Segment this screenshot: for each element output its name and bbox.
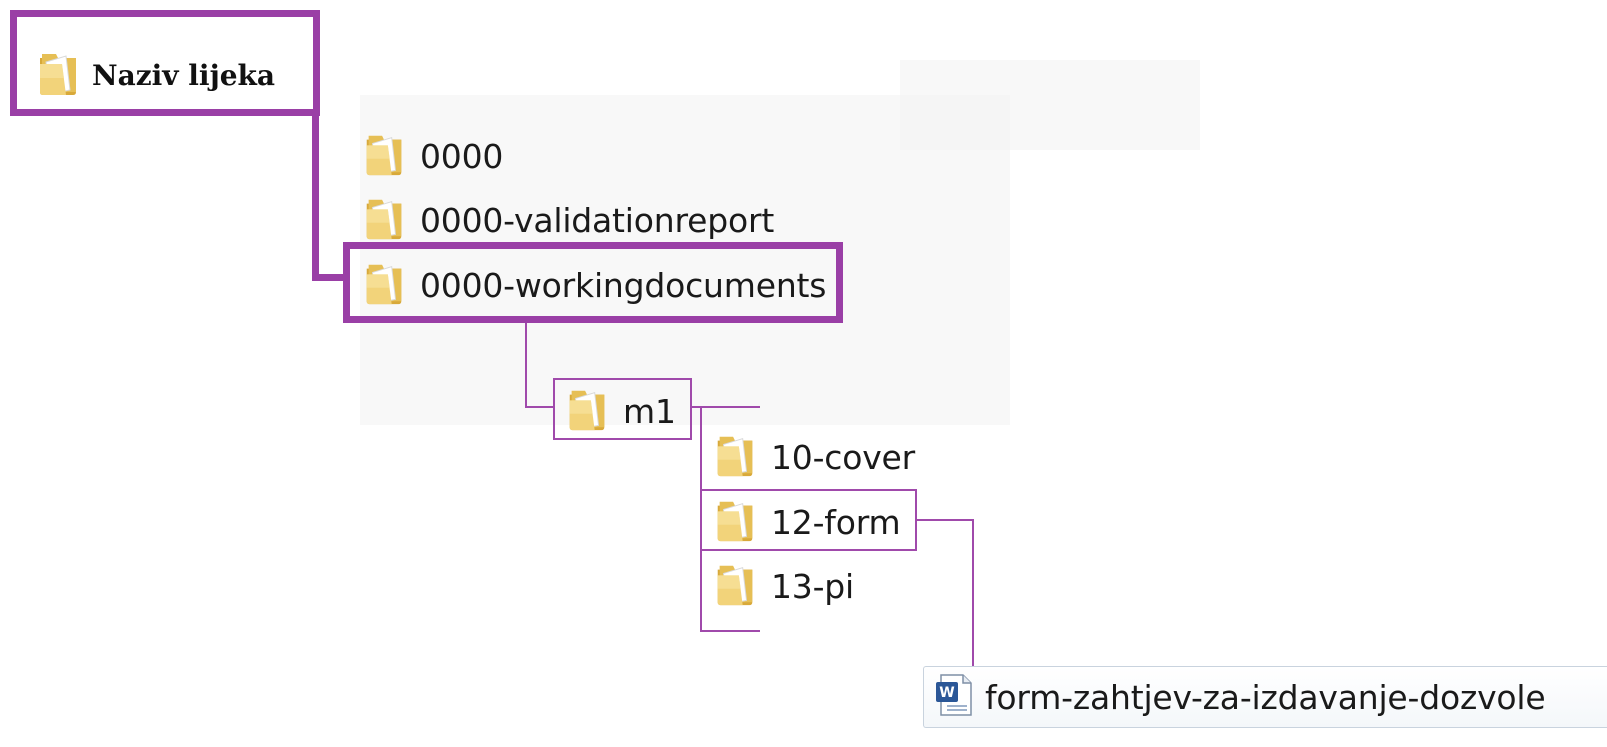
folder-label: m1 (623, 391, 676, 431)
folder-icon (713, 496, 757, 548)
tree-folder-item[interactable]: 10-cover (713, 431, 915, 483)
tree-document-item[interactable]: W form-zahtjev-za-izdavanje-dozvole (933, 672, 1546, 722)
tree-folder-item[interactable]: m1 (565, 385, 676, 437)
svg-text:W: W (939, 685, 954, 701)
folder-icon (565, 385, 609, 437)
folder-label: 12-form (771, 502, 901, 542)
connector-workingdocuments-horizontal (525, 406, 555, 408)
tree-folder-item[interactable]: 0000-workingdocuments (362, 259, 826, 311)
connector-form-vertical (972, 519, 974, 669)
background-ghost-area (900, 60, 1200, 150)
connector-m1-bottom (700, 630, 760, 632)
folder-icon (362, 130, 406, 182)
folder-label: 0000-validationreport (420, 200, 775, 240)
folder-icon (36, 48, 80, 102)
document-label: form-zahtjev-za-izdavanje-dozvole (985, 677, 1546, 717)
folder-label: 0000 (420, 136, 504, 176)
connector-workingdocuments-vertical (525, 320, 527, 408)
folder-icon (713, 560, 757, 612)
tree-folder-item[interactable]: 0000 (362, 130, 503, 182)
connector-form-horizontal (915, 519, 974, 521)
root-folder-label: Naziv lijeka (92, 58, 276, 92)
tree-folder-item[interactable]: 13-pi (713, 560, 854, 612)
folder-icon (362, 194, 406, 246)
connector-root-vertical (312, 112, 319, 278)
folder-label: 13-pi (771, 566, 855, 606)
tree-root-node[interactable]: Naziv lijeka (36, 48, 275, 102)
word-document-icon: W (933, 672, 975, 722)
folder-icon (713, 431, 757, 483)
folder-icon (362, 259, 406, 311)
tree-folder-item[interactable]: 12-form (713, 496, 901, 548)
folder-label: 0000-workingdocuments (420, 265, 827, 305)
tree-folder-item[interactable]: 0000-validationreport (362, 194, 774, 246)
folder-label: 10-cover (771, 437, 916, 477)
